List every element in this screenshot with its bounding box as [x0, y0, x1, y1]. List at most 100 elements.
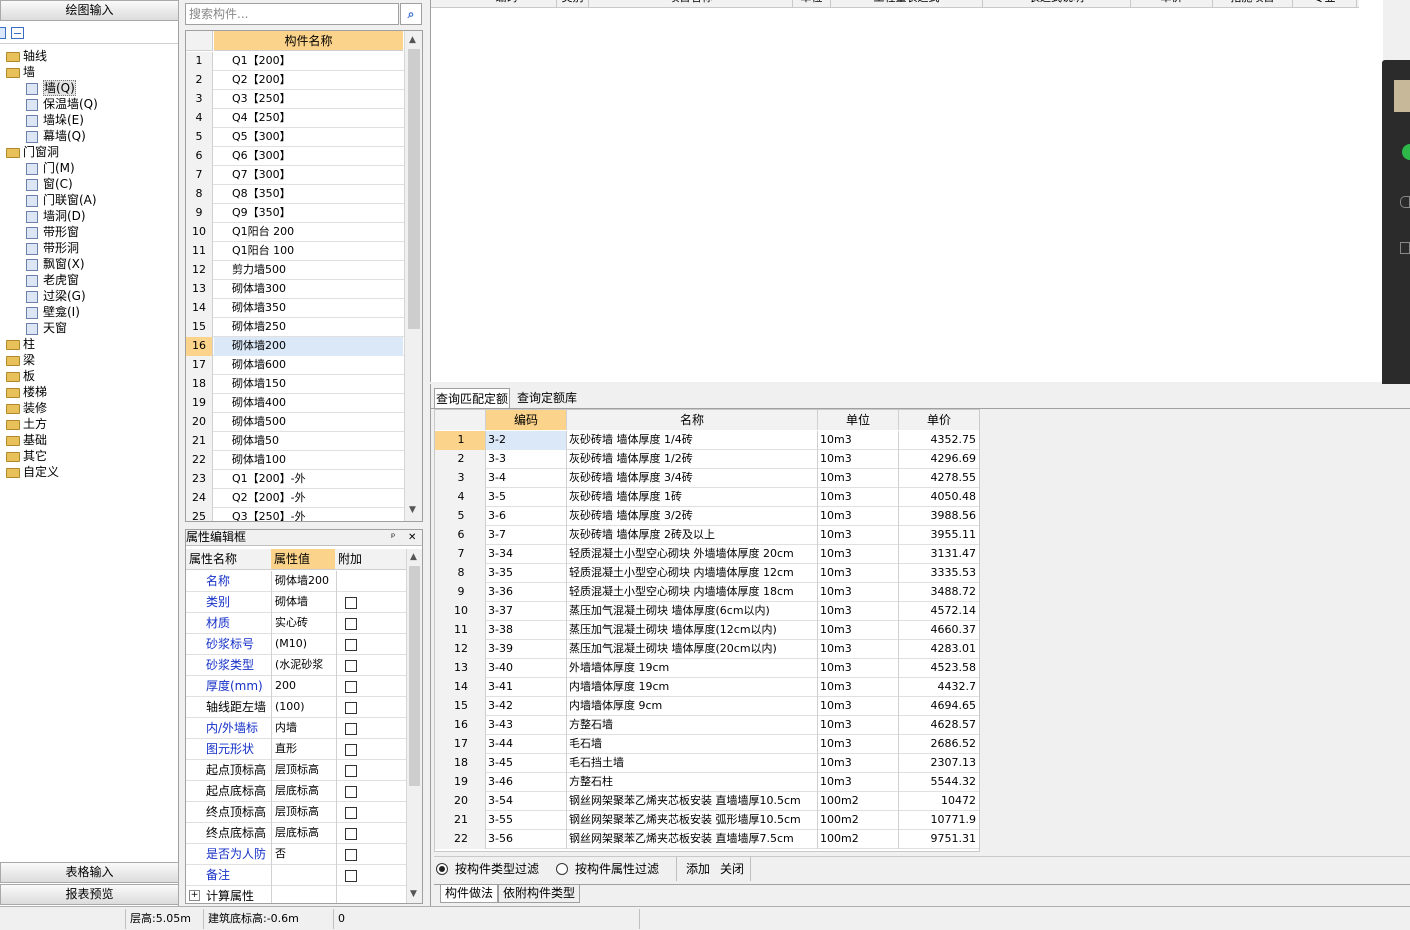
property-value[interactable]: 层顶标高 [271, 760, 335, 781]
property-row[interactable]: + 计算属性 [186, 886, 406, 903]
property-value[interactable] [271, 865, 335, 886]
method-column-header[interactable]: 工程量表达式 [831, 0, 983, 7]
property-row[interactable]: 起点顶标高 层顶标高 [186, 760, 406, 781]
column-header-component-name[interactable]: 构件名称 [214, 31, 403, 51]
method-column-header[interactable]: 项目名称 [589, 0, 793, 7]
tree-item[interactable]: 门联窗(A) [26, 192, 97, 208]
attach-checkbox[interactable] [345, 870, 357, 882]
tree-folder[interactable]: 墙 [6, 64, 35, 80]
property-value[interactable]: 层底标高 [271, 823, 335, 844]
component-row[interactable]: 13 砌体墙300 [186, 280, 404, 299]
scroll-up-icon[interactable]: ▲ [410, 552, 417, 562]
attach-checkbox[interactable] [345, 807, 357, 819]
property-row[interactable]: 内/外墙标 内墙 [186, 718, 406, 739]
tree-item[interactable]: 墙(Q) [26, 80, 76, 96]
quota-row[interactable]: 19 3-46 方整石柱 10m3 5544.32 [435, 773, 979, 792]
property-scrollbar[interactable]: ▲ ▼ [406, 549, 422, 903]
method-column-header[interactable]: 编码 [457, 0, 557, 7]
property-value[interactable] [271, 886, 335, 903]
quota-row[interactable]: 5 3-6 灰砂砖墙 墙体厚度 3/2砖 10m3 3988.56 [435, 507, 979, 526]
component-row[interactable]: 4 Q4【250】 [186, 109, 404, 128]
tree-folder[interactable]: 门窗洞 [6, 144, 59, 160]
close-icon[interactable]: ✕ [408, 530, 416, 545]
quota-row[interactable]: 8 3-35 轻质混凝土小型空心砌块 内墙墙体厚度 12cm 10m3 3335.53 [435, 564, 979, 583]
component-row[interactable]: 14 砌体墙350 [186, 299, 404, 318]
avatar[interactable] [1394, 80, 1410, 112]
property-row[interactable]: 起点底标高 层底标高 [186, 781, 406, 802]
quota-row[interactable]: 7 3-34 轻质混凝土小型空心砌块 外墙墙体厚度 20cm 10m3 3131.47 [435, 545, 979, 564]
component-row[interactable]: 12 剪力墙500 [186, 261, 404, 280]
attach-checkbox[interactable] [345, 786, 357, 798]
list-scrollbar[interactable]: ▲ ▼ [404, 31, 422, 521]
column-header-price[interactable]: 单价 [899, 410, 979, 430]
property-row[interactable]: 砂浆类型 (水泥砂浆 [186, 655, 406, 676]
tree-item[interactable]: 窗(C) [26, 176, 73, 192]
property-value[interactable]: 层底标高 [271, 781, 335, 802]
tree-folder[interactable]: 其它 [6, 448, 47, 464]
method-column-header[interactable]: 表达式说明 [983, 0, 1131, 7]
tree-item[interactable]: 幕墙(Q) [26, 128, 86, 144]
tree-folder[interactable]: 装修 [6, 400, 47, 416]
attach-checkbox[interactable] [345, 702, 357, 714]
scroll-thumb[interactable] [408, 49, 420, 329]
attach-checkbox[interactable] [345, 765, 357, 777]
quota-row[interactable]: 20 3-54 钢丝网架聚苯乙烯夹芯板安装 直墙墙厚10.5cm 100m2 10472 [435, 792, 979, 811]
tree-item[interactable]: 壁龛(I) [26, 304, 80, 320]
method-column-header[interactable]: 类别 [557, 0, 589, 7]
filter-type-label[interactable]: 按构件类型过滤 [455, 861, 539, 877]
component-row[interactable]: 1 Q1【200】 [186, 52, 404, 71]
component-row[interactable]: 21 砌体墙50 [186, 432, 404, 451]
property-row[interactable]: 图元形状 直形 [186, 739, 406, 760]
tree-item[interactable]: 过梁(G) [26, 288, 86, 304]
quota-row[interactable]: 17 3-44 毛石墙 10m3 2686.52 [435, 735, 979, 754]
attach-checkbox[interactable] [345, 618, 357, 630]
filter-attribute-label[interactable]: 按构件属性过滤 [575, 861, 659, 877]
quota-row[interactable]: 12 3-39 蒸压加气混凝土砌块 墙体厚度(20cm以内) 10m3 4283.01 [435, 640, 979, 659]
tree-folder[interactable]: 轴线 [6, 48, 47, 64]
tree-item[interactable]: 墙洞(D) [26, 208, 86, 224]
scroll-down-icon[interactable]: ▼ [410, 889, 417, 899]
property-row[interactable]: 砂浆标号 (M10) [186, 634, 406, 655]
pin-icon[interactable]: ᵖ [391, 530, 395, 545]
attach-checkbox[interactable] [345, 744, 357, 756]
component-row[interactable]: 22 砌体墙100 [186, 451, 404, 470]
property-row[interactable]: 轴线距左墙 (100) [186, 697, 406, 718]
quota-row[interactable]: 18 3-45 毛石挡土墙 10m3 2307.13 [435, 754, 979, 773]
property-row[interactable]: 终点顶标高 层顶标高 [186, 802, 406, 823]
tree-folder[interactable]: 梁 [6, 352, 35, 368]
quota-row[interactable]: 2 3-3 灰砂砖墙 墙体厚度 1/2砖 10m3 4296.69 [435, 450, 979, 469]
search-input[interactable]: 搜索构件... [185, 3, 399, 25]
property-value[interactable]: (100) [271, 697, 335, 718]
search-icon[interactable]: ⌕ [400, 3, 422, 25]
component-row[interactable]: 18 砌体墙150 [186, 375, 404, 394]
tree-folder[interactable]: 板 [6, 368, 35, 384]
tab-drawing-input[interactable]: 绘图输入 [0, 0, 179, 21]
property-row[interactable]: 备注 [186, 865, 406, 886]
quota-row[interactable]: 6 3-7 灰砂砖墙 墙体厚度 2砖及以上 10m3 3955.11 [435, 526, 979, 545]
attach-checkbox[interactable] [345, 681, 357, 693]
component-row[interactable]: 23 Q1【200】-外 [186, 470, 404, 489]
component-row[interactable]: 16 砌体墙200 [186, 337, 404, 356]
tab-report-preview[interactable]: 报表预览 [0, 884, 179, 905]
column-header-code[interactable]: 编码 [486, 410, 567, 430]
property-row[interactable]: 名称 砌体墙200 [186, 571, 406, 592]
component-row[interactable]: 11 Q1阳台 100 [186, 242, 404, 261]
attach-checkbox[interactable] [345, 828, 357, 840]
quota-row[interactable]: 13 3-40 外墙墙体厚度 19cm 10m3 4523.58 [435, 659, 979, 678]
attach-checkbox[interactable] [345, 849, 357, 861]
property-row[interactable]: 类别 砌体墙 [186, 592, 406, 613]
tree-item[interactable]: 墙垛(E) [26, 112, 84, 128]
method-column-header[interactable]: 单价 [1131, 0, 1213, 7]
tree-item[interactable]: 门(M) [26, 160, 75, 176]
tree-folder[interactable]: 柱 [6, 336, 35, 352]
component-row[interactable]: 8 Q8【350】 [186, 185, 404, 204]
expand-all-icon[interactable] [0, 27, 6, 39]
quota-row[interactable]: 4 3-5 灰砂砖墙 墙体厚度 1砖 10m3 4050.48 [435, 488, 979, 507]
property-value[interactable]: 层顶标高 [271, 802, 335, 823]
component-row[interactable]: 25 Q3【250】-外 [186, 508, 404, 521]
property-row[interactable]: 终点底标高 层底标高 [186, 823, 406, 844]
quota-row[interactable]: 16 3-43 方整石墙 10m3 4628.57 [435, 716, 979, 735]
quota-row[interactable]: 14 3-41 内墙墙体厚度 19cm 10m3 4432.7 [435, 678, 979, 697]
property-value[interactable]: (水泥砂浆 [271, 655, 335, 676]
tree-item[interactable]: 天窗 [26, 320, 67, 336]
